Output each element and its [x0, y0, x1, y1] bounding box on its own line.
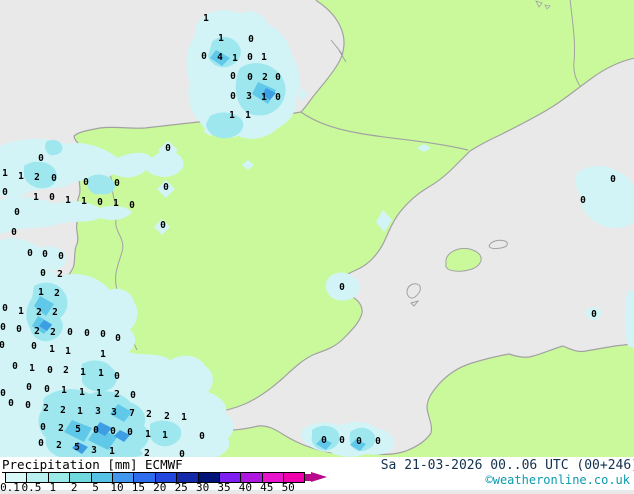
colorbar-arrow-tip: [311, 472, 328, 482]
colorbar-tick-label: 35: [217, 481, 231, 494]
colorbar-tick-label: 45: [260, 481, 274, 494]
colorbar-tick-label: 2: [70, 481, 78, 494]
colorbar-tick-label: 40: [238, 481, 253, 494]
legend-title: Precipitation [mm] ECMWF: [2, 457, 183, 473]
weather-map-screenshot: 1100410100200310110112000010110100000002…: [0, 0, 634, 494]
legend-title-model: ECMWF: [145, 457, 183, 472]
colorbar-tick-label: 0.5: [21, 481, 42, 494]
colorbar-tick-label: 15: [131, 481, 146, 494]
map-canvas: [0, 0, 634, 465]
colorbar-tick-label: 1: [49, 481, 57, 494]
colorbar-tick-label: 25: [174, 481, 188, 494]
timestamp-label: Sa 21-03-2026 00..06 UTC (00+246): [380, 458, 634, 473]
colorbar-tick-label: 20: [153, 481, 167, 494]
colorbar-tick-label: 5: [92, 481, 99, 494]
map-area: 1100410100200310110112000010110100000002…: [0, 0, 634, 465]
legend-band: Precipitation [mm] ECMWF 0.1 0.5 1 2 5 10 15 20…: [0, 457, 634, 494]
copyright-link[interactable]: ©weatheronline.co.uk: [486, 473, 631, 487]
colorbar-tick-label: 0.1: [0, 481, 20, 494]
colorbar-tick-label: 30: [195, 481, 210, 494]
colorbar-tick-label: 10: [110, 481, 124, 494]
colorbar-tick-label: 50: [281, 481, 295, 494]
legend-title-unit: [mm]: [107, 457, 138, 472]
legend-title-parameter: Precipitation: [2, 457, 100, 473]
